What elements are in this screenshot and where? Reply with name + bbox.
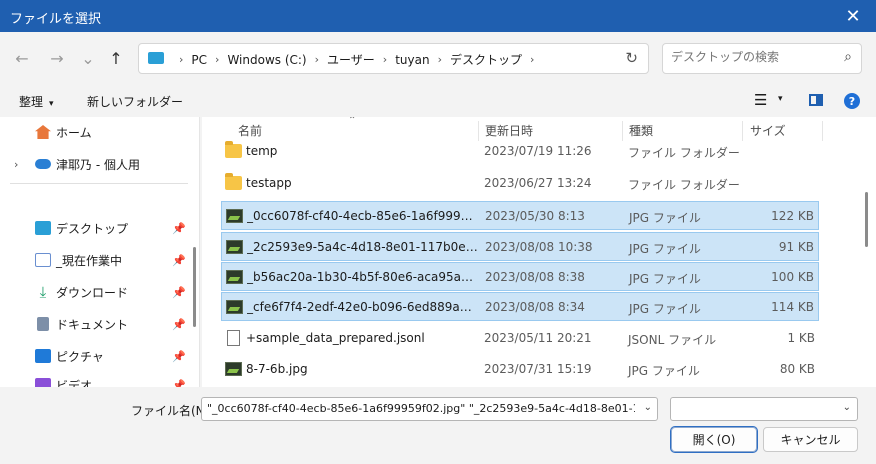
breadcrumb-desktop[interactable]: デスクトップ	[450, 51, 522, 68]
image-file-icon	[226, 300, 243, 314]
file-row-selected[interactable]: _b56ac20a-1b30-4b5f-80e6-aca95a69085f...…	[221, 262, 819, 291]
document-icon	[37, 317, 49, 331]
image-file-icon	[226, 270, 243, 284]
download-icon: ⤓	[39, 283, 47, 301]
pin-icon: 📌	[172, 378, 186, 388]
chevron-down-icon: ▾	[49, 99, 54, 109]
sort-caret-icon: ⌃	[348, 117, 357, 126]
sidebar-item-onedrive[interactable]: › 津耶乃 - 個人用	[0, 150, 188, 178]
breadcrumb-pc[interactable]: PC	[191, 53, 207, 67]
pin-icon: 📌	[172, 253, 186, 267]
folder-icon	[225, 173, 242, 190]
sidebar-item-documents[interactable]: ドキュメント 📌	[0, 310, 188, 338]
chevron-down-icon[interactable]: ⌄	[644, 402, 652, 413]
filename-combobox[interactable]: ⌄	[201, 397, 658, 421]
preview-pane-icon[interactable]	[809, 94, 823, 106]
toolbar: 整理 ▾ 新しいフォルダー ☰ ▾ ?	[0, 86, 876, 116]
filename-input[interactable]	[207, 402, 635, 415]
forward-button[interactable]: →	[45, 46, 69, 70]
refresh-icon[interactable]: ↻	[625, 49, 638, 67]
dialog-footer: ファイル名(N): ⌄ ⌄ 開く(O) キャンセル	[0, 387, 876, 464]
file-list[interactable]: ⌃ 名前 更新日時 種類 サイズ temp 2023/07/19 11:26 フ…	[202, 117, 876, 387]
address-row: ← → ⌄ ↑ › PC › Windows (C:) › ユーザー › tuy…	[0, 32, 876, 84]
cloud-icon	[35, 159, 51, 169]
sidebar-item-pictures[interactable]: ピクチャ 📌	[0, 342, 188, 370]
search-input[interactable]	[671, 50, 831, 64]
navigation-pane[interactable]: ホーム › 津耶乃 - 個人用 デスクトップ 📌 _現在作業中 📌 ⤓ ダウンロ…	[0, 117, 200, 387]
breadcrumb-user[interactable]: tuyan	[395, 53, 429, 67]
recent-locations-button[interactable]: ⌄	[76, 46, 100, 70]
address-bar[interactable]: › PC › Windows (C:) › ユーザー › tuyan › デスク…	[138, 43, 649, 74]
home-icon	[35, 125, 51, 139]
folder-icon	[225, 141, 242, 158]
file-row[interactable]: temp 2023/07/19 11:26 ファイル フォルダー	[221, 137, 819, 166]
pin-icon: 📌	[172, 221, 186, 235]
file-row-selected[interactable]: _0cc6078f-cf40-4ecb-85e6-1a6f99959f02.j.…	[221, 201, 819, 230]
pin-icon: 📌	[172, 349, 186, 363]
document-file-icon	[227, 330, 240, 346]
sidebar-item-desktop[interactable]: デスクトップ 📌	[0, 214, 188, 242]
sidebar-item-videos[interactable]: ビデオ 📌	[0, 371, 188, 387]
file-row[interactable]: testapp 2023/06/27 13:24 ファイル フォルダー	[221, 169, 819, 198]
file-row[interactable]: +sample_data_prepared.jsonl 2023/05/11 2…	[221, 324, 819, 353]
file-list-scrollbar[interactable]	[865, 192, 868, 247]
pin-icon: 📌	[172, 285, 186, 299]
sidebar-item-home[interactable]: ホーム	[0, 118, 188, 146]
cancel-button[interactable]: キャンセル	[763, 427, 858, 452]
image-file-icon	[226, 240, 243, 254]
file-row-selected[interactable]: _2c2593e9-5a4c-4d18-8e01-117b0e59371... …	[221, 232, 819, 261]
pc-icon	[148, 52, 164, 64]
chevron-right-icon[interactable]: ›	[14, 158, 18, 171]
up-button[interactable]: ↑	[104, 46, 128, 70]
pin-icon: 📌	[172, 317, 186, 331]
person-icon	[35, 253, 51, 267]
filetype-select[interactable]: ⌄	[670, 397, 858, 421]
breadcrumb-drive[interactable]: Windows (C:)	[227, 53, 306, 67]
breadcrumb-users[interactable]: ユーザー	[327, 51, 375, 68]
file-row[interactable]: 8-7-6b.jpg 2023/07/31 15:19 JPG ファイル 80 …	[221, 355, 819, 384]
view-options-icon[interactable]: ☰	[754, 91, 767, 109]
close-button[interactable]: ✕	[830, 0, 876, 32]
search-box[interactable]: ⌕	[662, 43, 862, 74]
desktop-icon	[35, 221, 51, 235]
new-folder-button[interactable]: 新しいフォルダー	[87, 93, 183, 110]
sidebar-item-downloads[interactable]: ⤓ ダウンロード 📌	[0, 278, 188, 306]
view-options-caret[interactable]: ▾	[778, 94, 783, 104]
help-icon[interactable]: ?	[844, 93, 860, 109]
nav-divider	[10, 183, 188, 184]
organize-button[interactable]: 整理 ▾	[19, 93, 54, 110]
title-bar: ファイルを選択 ✕	[0, 0, 876, 32]
search-icon[interactable]: ⌕	[844, 49, 852, 65]
nav-scrollbar[interactable]	[193, 247, 196, 327]
open-button[interactable]: 開く(O)	[670, 426, 758, 453]
video-icon	[35, 378, 51, 387]
image-file-icon	[225, 362, 242, 376]
back-button[interactable]: ←	[10, 46, 34, 70]
breadcrumb: › PC › Windows (C:) › ユーザー › tuyan › デスク…	[179, 51, 535, 68]
chevron-down-icon[interactable]: ⌄	[843, 402, 851, 413]
sidebar-item-current-work[interactable]: _現在作業中 📌	[0, 246, 188, 274]
file-row-selected[interactable]: _cfe6f7f4-2edf-42e0-b096-6ed889ab19df.j.…	[221, 292, 819, 321]
window-title: ファイルを選択	[10, 12, 102, 27]
picture-icon	[35, 349, 51, 363]
image-file-icon	[226, 209, 243, 223]
